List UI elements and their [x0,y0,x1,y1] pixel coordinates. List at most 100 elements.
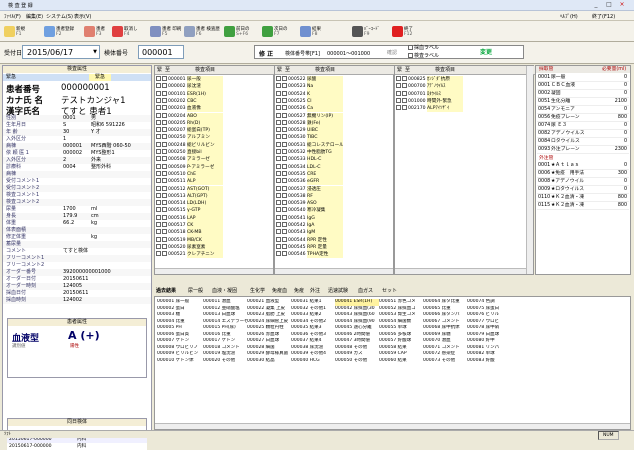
emergency-checkbox[interactable] [276,251,281,257]
test-item-row[interactable]: 000521クレアチニン [156,251,266,259]
emergency-checkbox[interactable] [396,97,401,103]
emergency-checkbox[interactable] [396,105,401,111]
outsource-row[interactable]: 0115 ★Ｋ２血清・凍 800 [537,202,629,210]
test-item-row[interactable]: 000527無機リン(IP) [276,112,386,120]
grid-cell[interactable]: 000020 その他 [203,358,247,365]
test-item-row[interactable]: 002170ALPｱｲｿｻﾞｲ [396,105,526,113]
field-row[interactable]: 診療科 0004 整形外科 [3,164,151,171]
priority-checkbox[interactable] [282,163,287,169]
field-row[interactable]: オーダー番号 392000000001000 [3,269,151,276]
emergency-checkbox[interactable] [156,178,161,184]
field-row[interactable]: 尿量 1700 ml [3,206,151,213]
emergency-checkbox[interactable] [156,97,161,103]
toolbar-button-1[interactable]: 患者登録 F2 [44,22,74,41]
test-item-row[interactable]: 000001尿一般 [156,76,266,84]
tab-8[interactable]: 血ガス [358,287,373,294]
tube-row[interactable]: 0084 ロタウイルス 0 [537,138,629,146]
priority-checkbox[interactable] [162,105,167,111]
field-row[interactable]: 修正体重 kg [3,234,151,241]
horizontal-scrollbar[interactable] [395,268,533,274]
test-item-row[interactable]: 000541IgG [276,214,386,222]
field-row[interactable]: 生年月日 S 昭和6 591226 [3,122,151,129]
outsource-row[interactable]: 0009 ★ロタウイルス 0 [537,186,629,194]
vertical-scrollbar[interactable] [526,66,533,274]
outsource-row[interactable]: 0110 ★Ｋ２血清・凍 800 [537,194,629,202]
toolbar-button-4[interactable]: 患者 印刷 F5 [150,22,181,41]
test-item-row[interactable]: 000540寒冷凝集 [276,207,386,215]
test-item-row[interactable]: 000250アルブミン [156,134,266,142]
menu-help[interactable]: ﾍﾙﾌﾟ(H) [560,13,578,20]
test-item-row[interactable]: 000204ABO [156,112,266,120]
test-item-row[interactable]: 000538RF [276,192,386,201]
emergency-checkbox[interactable] [156,243,161,249]
test-item-row[interactable]: 000825ｶﾝｼﾞﾀﾞ抗原 [396,76,526,84]
priority-checkbox[interactable] [282,229,287,235]
field-row[interactable]: 入外区分 2 外来 [3,157,151,164]
priority-checkbox[interactable] [162,97,167,103]
toolbar-button-2[interactable]: 患者 F3 [84,22,105,41]
field-row[interactable]: 受付コメント2 [3,185,151,192]
emergency-checkbox[interactable] [276,170,281,176]
priority-checkbox[interactable] [402,76,407,81]
test-item-row[interactable]: 000516LAP [156,214,266,222]
emergency-checkbox[interactable] [276,119,281,125]
emergency-checkbox[interactable] [156,134,161,140]
emergency-checkbox[interactable] [276,222,281,227]
priority-checkbox[interactable] [162,149,167,154]
grid-cell[interactable]: 000030 結晶 [247,358,291,365]
priority-checkbox[interactable] [162,170,167,176]
emergency-checkbox[interactable] [156,156,161,162]
test-item-row[interactable]: 000522尿酸 [276,76,386,84]
test-item-row[interactable]: 000542IgA [276,222,386,230]
menu-exit[interactable]: 終了(F12) [592,13,615,20]
grid-cell[interactable]: 000073 その他 [423,358,467,365]
test-item-row[interactable]: 000536eGFR [276,178,386,186]
tab-1[interactable]: 尿一般 [188,287,203,294]
test-item-row[interactable]: 000544RPR 定性 [276,236,386,244]
tab-6[interactable]: 外注 [310,287,320,294]
grid-cell[interactable]: 000083 好酸 [467,358,511,365]
field-row[interactable]: 年 齢 30 Y 才 [3,129,151,136]
test-item-row[interactable]: 000528鉄(Fe) [276,119,386,128]
label-option-1[interactable]: 採血ラベル [408,44,439,51]
test-item-row[interactable]: 000524K [276,90,386,98]
priority-checkbox[interactable] [282,76,287,81]
test-item-row[interactable]: 000512AST(GOT) [156,185,266,193]
emergency-checkbox[interactable] [156,141,161,147]
priority-checkbox[interactable] [282,185,287,191]
menu-file[interactable]: ﾌｧｲﾙ(F) [4,13,21,20]
priority-checkbox[interactable] [162,163,167,169]
emergency-checkbox[interactable] [156,90,161,96]
test-item-row[interactable]: 000537浸透圧 [276,185,386,193]
priority-checkbox[interactable] [282,119,287,125]
emergency-checkbox[interactable] [276,207,281,213]
priority-checkbox[interactable] [162,156,167,162]
test-item-row[interactable]: 000250直接bil [156,149,266,157]
tube-row[interactable]: 0001 ＣＢＣ血液 0 [537,82,629,90]
tab-4[interactable]: 免疫血 [272,287,287,294]
emergency-row[interactable]: 緊急 緊急 [3,74,151,81]
field-row[interactable]: オーダー時刻 124005 [3,283,151,290]
priority-checkbox[interactable] [162,134,167,140]
field-row[interactable]: 体重 66.2 kg [3,220,151,227]
field-row[interactable]: 体表面積 [3,227,151,234]
emergency-checkbox[interactable] [156,229,161,235]
priority-checkbox[interactable] [282,97,287,103]
toolbar-button-3[interactable]: 取消し F4 [112,22,138,41]
priority-checkbox[interactable] [282,170,287,176]
priority-checkbox[interactable] [162,119,167,125]
minimize-button[interactable]: _ [590,1,602,9]
horizontal-scrollbar[interactable] [155,268,273,274]
close-button[interactable]: × [616,1,628,9]
emergency-checkbox[interactable] [156,149,161,154]
field-row[interactable]: 性別 0001 男 [3,115,151,122]
priority-checkbox[interactable] [162,251,167,257]
priority-checkbox[interactable] [282,90,287,96]
grid-scrollbar[interactable] [155,423,630,429]
outsource-row[interactable]: 0008 ★アデノウイル 0 [537,178,629,186]
emergency-checkbox[interactable] [156,251,161,257]
tube-row[interactable]: 0054 アンモニア 0 [537,106,629,114]
priority-checkbox[interactable] [282,200,287,206]
tab-7[interactable]: 迅速試験 [328,287,348,294]
priority-checkbox[interactable] [282,134,287,140]
